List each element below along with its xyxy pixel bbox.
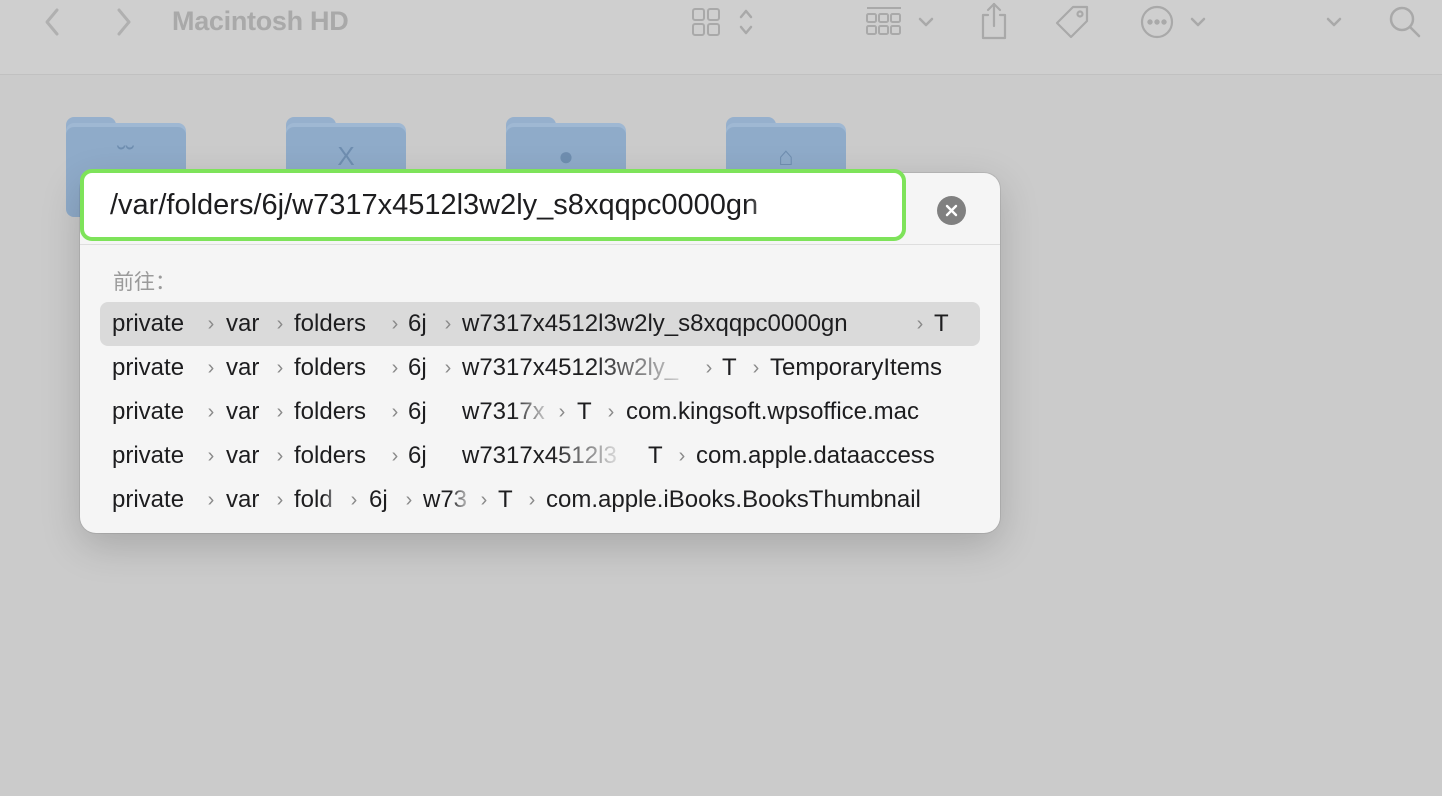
chevron-right-icon: › [444,357,452,379]
chevron-right-icon: › [391,401,399,423]
chevron-right-icon: › [276,313,284,335]
finder-toolbar: Macintosh HD [0,0,1442,75]
path-segment: w7317x4512l3 [462,442,617,469]
chevron-right-icon: › [480,489,488,511]
suggestion-row[interactable]: private › var › fold › 6j › w73 › T › co… [100,478,980,522]
share-icon[interactable] [976,0,1012,42]
path-segment: folders [294,354,367,381]
path-segment: com.kingsoft.wpsoffice.mac [626,398,920,425]
suggestion-row[interactable]: private › var › folders › 6j w7317x › T … [100,390,980,434]
suggestion-row[interactable]: private › var › folders › 6j › w7317x451… [100,302,980,346]
path-segment: private [112,442,185,469]
path-segment: var [226,486,260,513]
chevron-right-icon: › [528,489,536,511]
chevron-right-icon: › [276,489,284,511]
divider [80,244,1000,245]
chevron-right-icon: › [558,401,566,423]
path-segment: folders [294,398,367,425]
path-segment: w7317x4512l3w2ly_s8xqqpc0000gn [462,310,848,337]
group-icon[interactable] [864,4,904,38]
more-icon[interactable] [1138,3,1176,41]
chevron-right-icon: › [276,445,284,467]
path-segment: T [498,486,513,513]
view-grid-icon[interactable] [690,6,722,38]
path-segment: TemporaryItems [770,354,943,381]
path-segment: 6j [408,398,427,425]
chevron-right-icon: › [207,445,215,467]
path-segment: w7317x [462,398,545,425]
path-segment: folders [294,442,367,469]
path-segment: T [577,398,592,425]
go-label: 前往： [113,270,176,294]
path-segment: com.apple.dataaccess [696,442,935,469]
path-segment: fold [294,486,333,513]
chevron-right-icon: › [405,489,413,511]
chevron-right-icon: › [391,445,399,467]
path-segment: folders [294,310,367,337]
chevron-right-icon: › [350,489,358,511]
path-segment: 6j [408,354,427,381]
path-field-container [80,169,906,241]
chevron-right-icon: › [276,357,284,379]
search-icon[interactable] [1386,2,1424,42]
go-to-folder-popup: 前往： private › var › folders › 6j › w7317… [80,169,1000,533]
suggestion-row[interactable]: private › var › folders › 6j w7317x4512l… [100,434,980,478]
path-segment: private [112,354,185,381]
path-segment: T [648,442,663,469]
folder-glyph: X [337,141,355,171]
suggestion-row[interactable]: private › var › folders › 6j › w7317x451… [100,346,980,390]
path-segment: private [112,486,185,513]
chevron-right-icon: › [207,401,215,423]
path-segment: T [934,310,949,337]
window-title: Macintosh HD [172,6,349,36]
path-segment: private [112,310,185,337]
chevron-right-icon: › [678,445,686,467]
chevron-right-icon: › [444,313,452,335]
path-segment: private [112,398,185,425]
path-segment: w7317x4512l3w2ly_ [462,354,679,381]
chevron-right-icon: › [391,313,399,335]
chevron-right-icon: › [752,357,760,379]
clear-icon[interactable] [937,196,966,225]
chevron-right-icon: › [276,401,284,423]
tag-icon[interactable] [1052,2,1092,42]
forward-icon[interactable] [110,4,138,40]
path-segment: var [226,354,260,381]
folder-glyph: ˘˘ [117,141,135,171]
chevron-right-icon: › [705,357,713,379]
chevron-down-icon[interactable] [1188,12,1208,32]
path-segment: 6j [408,310,427,337]
chevron-right-icon: › [607,401,615,423]
path-segment: var [226,398,260,425]
chevron-right-icon: › [391,357,399,379]
path-segment: 6j [408,442,427,469]
chevron-down-icon[interactable] [916,12,936,32]
chevron-right-icon: › [916,313,924,335]
folder-glyph: ⌂ [778,141,794,171]
path-input[interactable] [110,173,800,237]
path-segment: T [722,354,737,381]
path-segment: var [226,442,260,469]
path-segment: var [226,310,260,337]
path-segment: 6j [369,486,388,513]
folder-glyph: ● [558,141,574,171]
chevron-down-icon[interactable] [1324,12,1344,32]
chevron-right-icon: › [207,313,215,335]
chevron-right-icon: › [207,489,215,511]
path-segment: com.apple.iBooks.BooksThumbnail [546,486,921,513]
path-segment: w73 [423,486,468,513]
sort-arrows-icon[interactable] [736,6,756,38]
back-icon[interactable] [38,4,66,40]
chevron-right-icon: › [207,357,215,379]
